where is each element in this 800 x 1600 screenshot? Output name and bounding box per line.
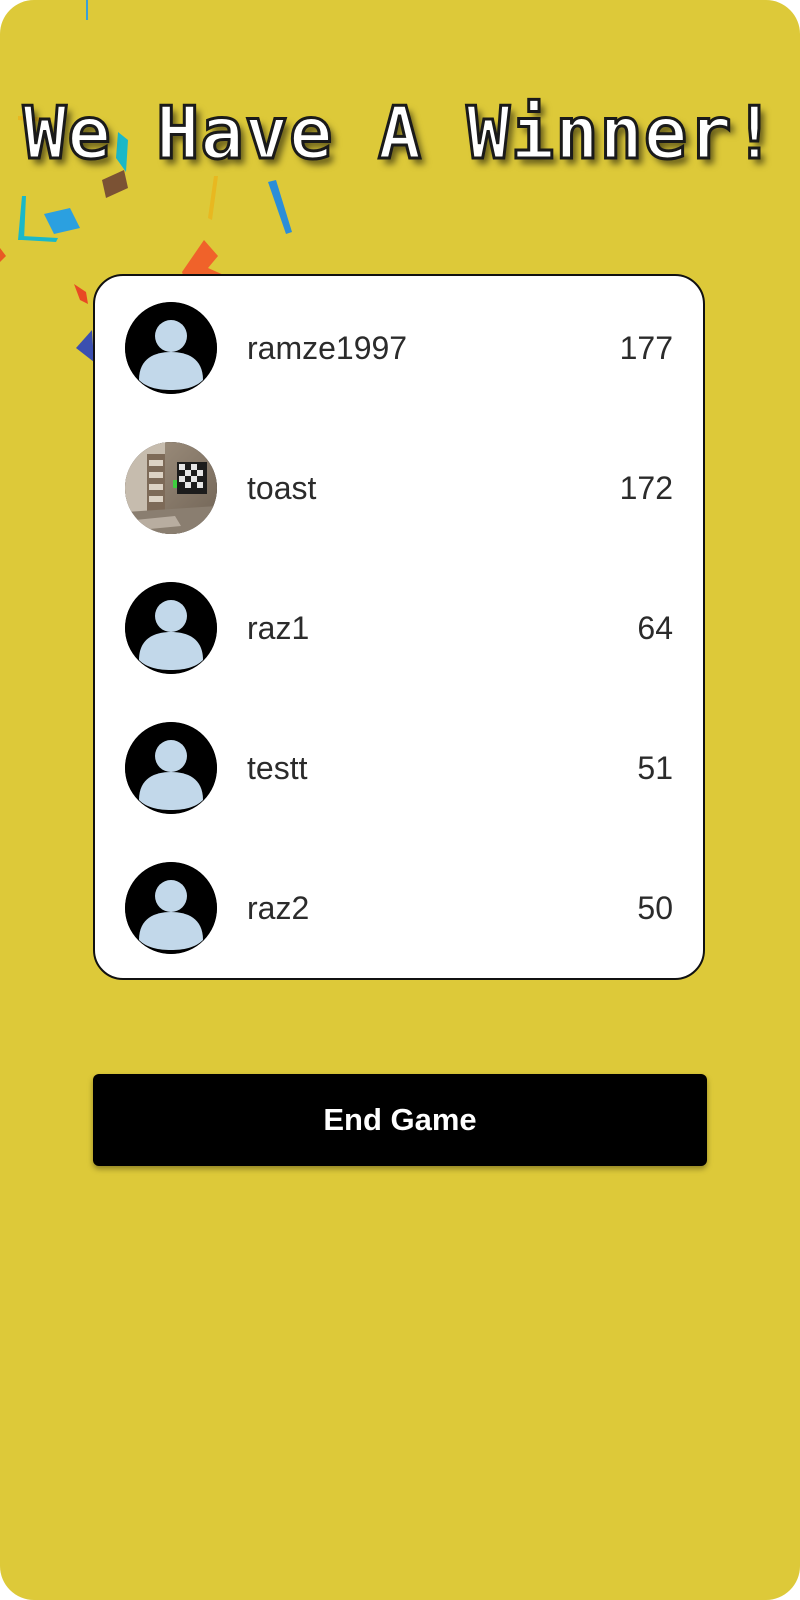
- default-user-icon: [125, 862, 217, 954]
- default-user-icon: [125, 582, 217, 674]
- player-name: ramze1997: [247, 330, 408, 366]
- player-score: 172: [619, 470, 673, 506]
- leaderboard-row: testt 51: [95, 722, 703, 814]
- player-score: 64: [637, 610, 673, 646]
- winner-screen: We Have A Winner! ramze1997 177 toast 17…: [0, 0, 800, 1600]
- player-score: 51: [637, 750, 673, 786]
- player-name: raz2: [247, 890, 310, 926]
- default-user-icon: [125, 302, 217, 394]
- default-user-icon: [125, 722, 217, 814]
- player-name: testt: [247, 750, 308, 786]
- leaderboard-row: raz2 50: [95, 862, 703, 954]
- player-name: raz1: [247, 610, 310, 646]
- player-score: 50: [637, 890, 673, 926]
- leaderboard-card: ramze1997 177 toast 172 raz1 64 testt 51…: [93, 274, 705, 980]
- end-game-button[interactable]: End Game: [93, 1074, 707, 1166]
- player-score: 177: [619, 330, 673, 366]
- leaderboard-row: toast 172: [95, 442, 703, 534]
- winner-title: We Have A Winner!: [22, 90, 778, 177]
- leaderboard-row: ramze1997 177: [95, 302, 703, 394]
- player-photo-avatar: [125, 442, 217, 534]
- leaderboard-row: raz1 64: [95, 582, 703, 674]
- player-name: toast: [247, 470, 317, 506]
